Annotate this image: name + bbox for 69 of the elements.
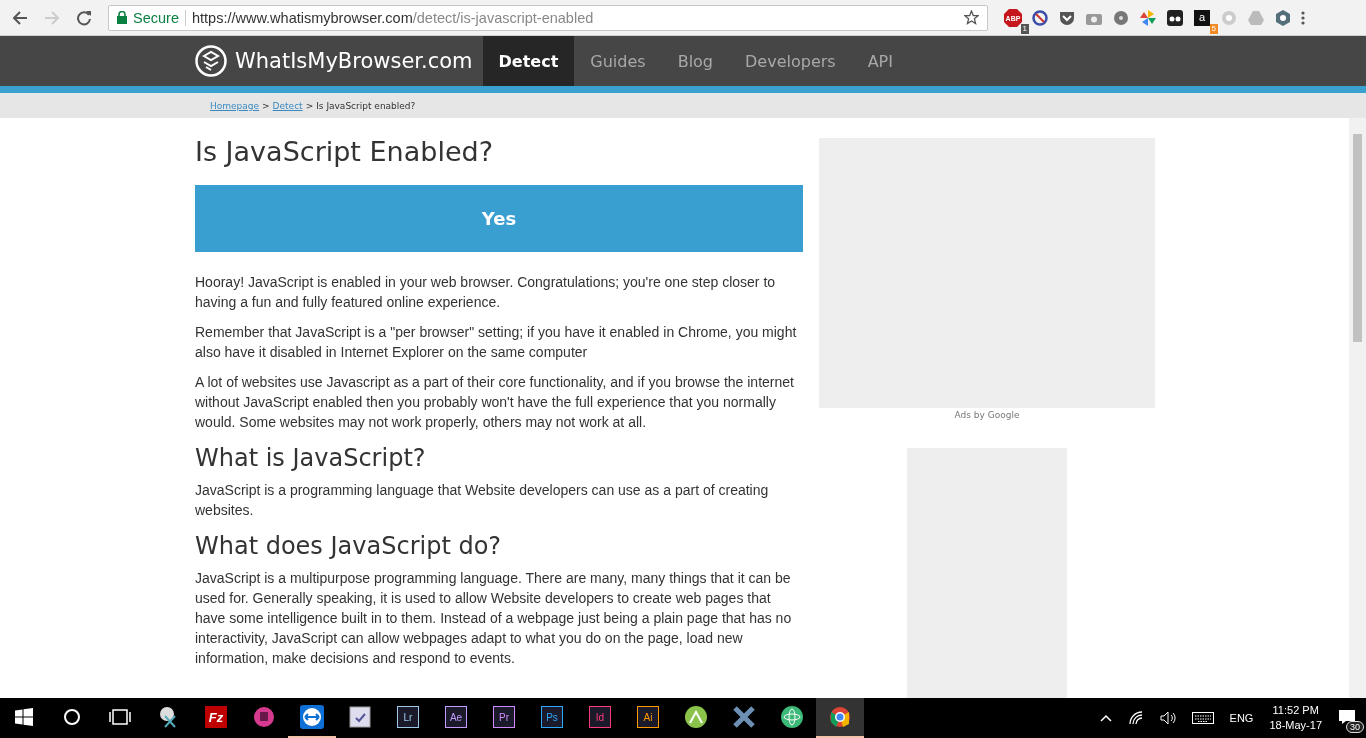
- taskbar-app[interactable]: Id: [576, 698, 624, 738]
- section-heading: What does JavaScript do?: [195, 532, 503, 560]
- answer-banner: Yes: [195, 185, 803, 252]
- taskbar-app[interactable]: Lr: [384, 698, 432, 738]
- paragraph: JavaScript is a multipurpose programming language. There are many, many things that it can be used for. Generally speaking, it is used to allow Website developers to create web pages that have some intelligence built in to them. Instead of a webpage just being a plain page that has no interactivity, JavaScript can allow webpages adapt to what you do on the page, load new information, make decisions and respond to events.: [195, 569, 793, 668]
- taskbar-app[interactable]: [816, 698, 864, 738]
- chat-bubble-icon[interactable]: [1338, 709, 1356, 725]
- page-title: Is JavaScript Enabled?: [195, 136, 494, 167]
- x-mark-icon: [732, 706, 756, 728]
- separator-text: >: [262, 100, 270, 111]
- url-text: https://www.whatismybrowser.com/detect/is-javascript-enabled: [191, 9, 595, 26]
- scrollbar[interactable]: [1349, 118, 1366, 698]
- address-bar[interactable]: Secure https://www.whatismybrowser.com/detect/is-javascript-enabled: [108, 4, 988, 31]
- paragraph: Hooray! JavaScript is enabled in your web browser. Congratulations; you're one step closer to having a fun and fully featured online experience.: [195, 273, 777, 312]
- count-badge: 30: [1346, 721, 1364, 733]
- secure-label: Secure: [133, 9, 179, 26]
- ads-label: Ads by Google: [954, 409, 1020, 420]
- double-arrow-icon: [300, 705, 324, 729]
- disc-icon: [253, 706, 275, 728]
- app-tile-icon: Pr: [493, 706, 515, 728]
- star-icon[interactable]: [964, 10, 979, 25]
- keyboard-icon[interactable]: [1191, 712, 1214, 724]
- dots-icon[interactable]: [1167, 9, 1183, 26]
- nav-tab[interactable]: Developers: [729, 36, 852, 86]
- taskbar-app[interactable]: Pr: [480, 698, 528, 738]
- pocket-icon[interactable]: [1059, 9, 1075, 26]
- paragraph: JavaScript is a programming language that Website developers can use as a part of creating websites.: [195, 481, 770, 520]
- wifi-icon[interactable]: [1127, 711, 1144, 725]
- padlock-icon: [117, 11, 127, 24]
- arrow-left-icon: [12, 9, 28, 26]
- filezilla-icon: Fz: [205, 706, 227, 728]
- clock[interactable]: 11:52 PM 18-May-17: [1269, 703, 1322, 733]
- separator-text: >: [305, 100, 314, 111]
- app-tile-icon: Lr: [397, 706, 419, 728]
- site-logo[interactable]: WhatIsMyBrowser.com: [235, 49, 473, 73]
- circle-icon: [63, 708, 81, 726]
- count-badge: 5: [1209, 23, 1218, 34]
- checklist-icon: [349, 706, 371, 728]
- pinwheel-icon[interactable]: [1140, 9, 1156, 26]
- app-tile-icon: Ps: [541, 706, 563, 728]
- reload-icon: [76, 9, 92, 26]
- paragraph: Remember that JavaScript is a "per browser" setting; if you have it enabled in Chrome, you might also have it disabled in Internet Explorer on the same computer: [195, 323, 798, 362]
- nav-tab[interactable]: Blog: [661, 36, 730, 86]
- taskbar-app[interactable]: Ae: [432, 698, 480, 738]
- app-tile-icon: Ai: [637, 706, 659, 728]
- no-sign-icon[interactable]: [1032, 9, 1048, 26]
- task-view-icon: [109, 709, 131, 725]
- atom-icon: [780, 705, 804, 729]
- app-tile-icon: Id: [589, 706, 611, 728]
- paragraph: A lot of websites use Javascript as a part of their core functionality, and if you browse the internet without JavaScript enabled then you probably won't have the full experience that you normally would. Some websites may not work properly, others may not work at all.: [195, 373, 795, 432]
- logo-icon: [195, 45, 227, 77]
- section-heading: What is JavaScript?: [195, 444, 427, 472]
- letter-a-icon[interactable]: a: [1194, 9, 1210, 26]
- taskbar-app[interactable]: Ps: [528, 698, 576, 738]
- caret-up-icon[interactable]: [1099, 714, 1112, 722]
- speaker-icon[interactable]: [1159, 711, 1176, 725]
- language-indicator[interactable]: ENG: [1229, 712, 1254, 724]
- chrome-icon: [829, 706, 851, 728]
- nav-tab[interactable]: Guides: [574, 36, 662, 86]
- windows-icon: [15, 708, 33, 726]
- menu-icon[interactable]: [1301, 10, 1305, 25]
- taskbar-app[interactable]: Ai: [624, 698, 672, 738]
- nav-tab[interactable]: Detect: [482, 36, 575, 86]
- taskbar-app[interactable]: Fz: [192, 698, 240, 738]
- breadcrumb-current: Is JavaScript enabled?: [316, 100, 416, 111]
- arrow-right-icon: [44, 9, 60, 26]
- count-badge: 1: [1020, 23, 1029, 34]
- nav-tab[interactable]: API: [851, 36, 909, 86]
- app-tile-icon: Ae: [445, 706, 467, 728]
